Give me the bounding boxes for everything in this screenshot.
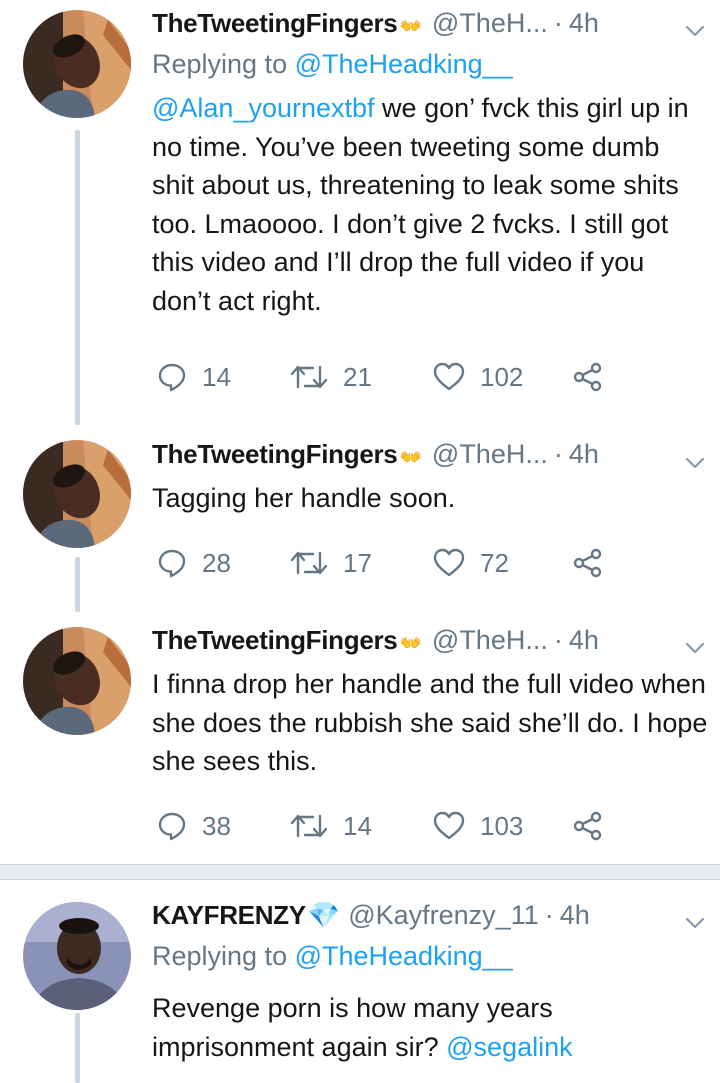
thread-line <box>75 557 80 612</box>
reply-icon <box>158 363 186 392</box>
share-icon <box>573 548 602 578</box>
chevron-down-icon[interactable] <box>684 637 706 659</box>
timestamp[interactable]: 4h <box>569 8 599 39</box>
tweet-text: Revenge porn is how many years imprisonm… <box>152 989 708 1066</box>
tweet-text-content: we gon’ fvck this girl up in no time. Yo… <box>152 93 689 316</box>
reply-count: 38 <box>202 810 231 841</box>
thread-line <box>75 130 80 425</box>
tweet-header: TheTweetingFingers 👐 @TheH... · 4h <box>152 439 708 477</box>
timestamp[interactable]: 4h <box>560 900 590 931</box>
tweet-header: TheTweetingFingers 👐 @TheH... · 4h <box>152 625 708 663</box>
timestamp[interactable]: 4h <box>569 625 599 656</box>
like-count: 103 <box>480 810 524 841</box>
like-button[interactable]: 72 <box>432 547 572 579</box>
reply-icon <box>158 549 186 578</box>
separator-dot: · <box>553 625 563 655</box>
heart-icon <box>433 811 465 840</box>
tweet-text: I finna drop her handle and the full vid… <box>152 669 708 776</box>
like-count: 102 <box>480 361 524 392</box>
display-name[interactable]: TheTweetingFingers <box>152 439 398 470</box>
tweet-header: TheTweetingFingers 👐 @TheH... · 4h <box>152 8 708 46</box>
hands-emoji-icon: 👐 <box>399 633 422 653</box>
retweet-count: 14 <box>343 810 372 841</box>
chevron-down-icon[interactable] <box>684 20 706 42</box>
like-count: 72 <box>480 547 509 578</box>
tweet[interactable]: KAYFRENZY 💎 @Kayfrenzy_11 · 4h Replying … <box>0 880 720 1083</box>
tweet-body: KAYFRENZY 💎 @Kayfrenzy_11 · 4h Replying … <box>152 900 708 1066</box>
user-handle[interactable]: @Kayfrenzy_11 <box>348 900 539 931</box>
reply-button[interactable]: 14 <box>156 361 289 393</box>
avatar[interactable] <box>23 902 131 1010</box>
reply-icon <box>158 812 186 841</box>
retweet-icon <box>290 814 328 838</box>
share-icon <box>573 362 602 392</box>
tweet-actions: 38 14 103 <box>156 806 604 846</box>
share-button[interactable] <box>572 810 604 842</box>
avatar[interactable] <box>23 627 131 735</box>
chevron-down-icon[interactable] <box>684 912 706 934</box>
tweet-actions: 28 17 72 <box>156 543 604 583</box>
avatar[interactable] <box>23 440 131 548</box>
retweet-button[interactable]: 21 <box>289 361 432 393</box>
retweet-button[interactable]: 17 <box>289 547 432 579</box>
share-button[interactable] <box>572 547 604 579</box>
reply-button[interactable]: 38 <box>156 810 289 842</box>
like-button[interactable]: 102 <box>432 361 572 393</box>
timestamp[interactable]: 4h <box>569 439 599 470</box>
user-handle[interactable]: @TheH... <box>432 439 548 470</box>
tweet-actions: 14 21 102 <box>156 357 604 397</box>
hands-emoji-icon: 👐 <box>399 447 422 467</box>
replying-to: Replying to @TheHeadking__ <box>152 49 708 87</box>
hands-emoji-icon: 👐 <box>399 16 422 36</box>
mention-link[interactable]: @segalink <box>446 1032 572 1062</box>
tweet-feed: TheTweetingFingers 👐 @TheH... · 4h Reply… <box>0 0 720 1083</box>
reply-count: 14 <box>202 361 231 392</box>
thread-line <box>75 1013 80 1083</box>
user-handle[interactable]: @TheH... <box>432 625 548 656</box>
separator-dot: · <box>544 900 554 930</box>
retweet-icon <box>290 365 328 389</box>
tweet-body: TheTweetingFingers 👐 @TheH... · 4h Taggi… <box>152 439 708 518</box>
tweet[interactable]: TheTweetingFingers 👐 @TheH... · 4h Taggi… <box>0 425 720 612</box>
heart-icon <box>433 548 465 577</box>
separator-dot: · <box>553 439 563 469</box>
retweet-count: 21 <box>343 361 372 392</box>
user-handle[interactable]: @TheH... <box>432 8 548 39</box>
tweet-text: Tagging her handle soon. <box>152 483 456 513</box>
replying-to-handle[interactable]: @TheHeadking__ <box>295 941 513 971</box>
display-name[interactable]: TheTweetingFingers <box>152 625 398 656</box>
reply-button[interactable]: 28 <box>156 547 289 579</box>
retweet-button[interactable]: 14 <box>289 810 432 842</box>
retweet-icon <box>290 551 328 575</box>
conversation-separator <box>0 865 720 879</box>
chevron-down-icon[interactable] <box>684 452 706 474</box>
tweet-text: @Alan_yournextbf we gon’ fvck this girl … <box>152 89 708 320</box>
separator-dot: · <box>553 8 563 38</box>
replying-to-handle[interactable]: @TheHeadking__ <box>295 49 513 79</box>
display-name[interactable]: KAYFRENZY <box>152 900 306 931</box>
replying-to: Replying to @TheHeadking__ <box>152 941 708 979</box>
avatar[interactable] <box>23 10 131 118</box>
replying-to-label: Replying to <box>152 49 295 79</box>
like-button[interactable]: 103 <box>432 810 572 842</box>
retweet-count: 17 <box>343 547 372 578</box>
diamond-emoji-icon: 💎 <box>307 900 341 930</box>
tweet-body: TheTweetingFingers 👐 @TheH... · 4h I fin… <box>152 625 708 781</box>
heart-icon <box>433 362 465 391</box>
tweet[interactable]: TheTweetingFingers 👐 @TheH... · 4h I fin… <box>0 612 720 864</box>
display-name[interactable]: TheTweetingFingers <box>152 8 398 39</box>
mention-link[interactable]: @Alan_yournextbf <box>152 93 375 123</box>
replying-to-label: Replying to <box>152 941 295 971</box>
tweet-header: KAYFRENZY 💎 @Kayfrenzy_11 · 4h <box>152 900 708 938</box>
tweet-body: TheTweetingFingers 👐 @TheH... · 4h Reply… <box>152 8 708 320</box>
share-icon <box>573 811 602 841</box>
reply-count: 28 <box>202 547 231 578</box>
tweet[interactable]: TheTweetingFingers 👐 @TheH... · 4h Reply… <box>0 0 720 425</box>
share-button[interactable] <box>572 361 604 393</box>
